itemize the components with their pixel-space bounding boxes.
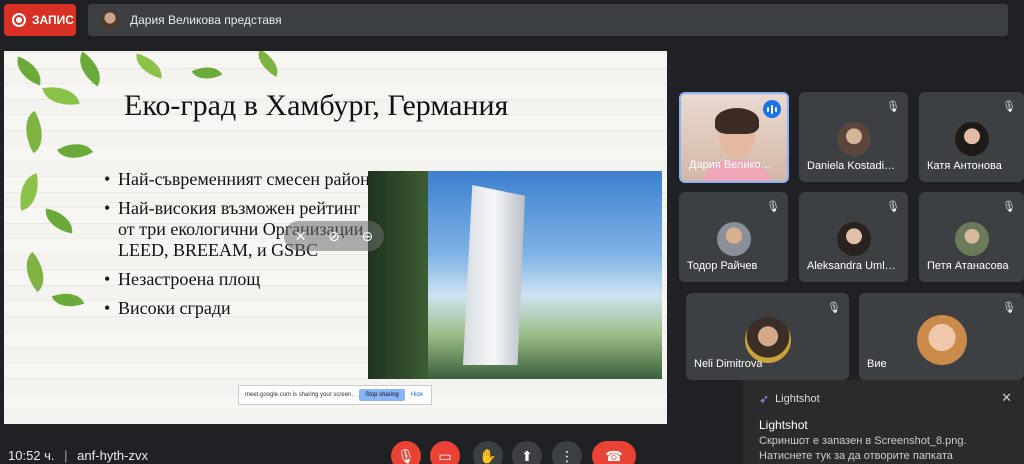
participant-name: Вие [867,358,887,370]
feather-icon: ➶ [759,392,770,406]
mic-off-icon: 🎙 [766,201,780,213]
participant-name: Neli Dimitrova [694,358,763,370]
participant-tile[interactable]: 🎙 Aleksandra Uml… [799,192,908,282]
avatar [954,222,989,256]
leaf-decoration [71,51,109,87]
avatar [916,315,967,365]
avatar [836,222,871,256]
leaf-decoration [15,110,53,154]
participant-name: Петя Атанасова [927,260,1009,272]
avatar [716,222,751,256]
share-bar-text: meet.google.com is sharing your screen. [245,392,354,398]
meeting-code: anf-hyth-zvx [77,448,148,463]
leaf-decoration [51,286,85,314]
bullet-item: Незастроена площ [104,269,374,290]
toast-message: Скриншот е запазен в Screenshot_8.png. Н… [759,434,1014,464]
participant-name: Катя Антонова [927,160,1002,172]
leaf-decoration [11,56,47,86]
participant-tile[interactable]: Дария Велико… [679,92,789,183]
avatar [744,317,791,363]
mic-off-icon: 🎙 [886,101,900,113]
mic-off-icon: 🎙 [886,201,900,213]
mute-off-icon[interactable]: ⊘ [328,228,340,245]
leaf-decoration [15,173,43,211]
speaking-icon [763,100,781,118]
bullet-item: Високи сгради [104,298,374,319]
more-options-button[interactable]: ⋮ [552,441,582,464]
shared-screen: Еко-град в Хамбург, Германия Най-съвреме… [4,51,667,424]
record-icon [12,13,26,27]
mic-off-icon: 🎙 [1002,201,1016,213]
presenter-avatar [100,10,120,30]
mic-off-icon: 🎙 [397,447,415,464]
screen-share-bar: meet.google.com is sharing your screen. … [238,385,432,405]
record-label: ЗАПИС [32,13,74,27]
present-icon: ⬆ [521,447,533,464]
mic-off-icon: 🎙 [1002,302,1016,314]
presenting-banner: Дария Великова представя [88,4,1008,36]
camera-off-icon: ▭ [438,447,452,464]
leaf-decoration [42,208,76,234]
participant-hair [715,108,759,134]
camera-toggle-button[interactable]: ▭ [430,441,460,464]
close-icon[interactable]: ✕ [1001,390,1012,406]
participant-name: Дария Велико… [689,159,772,171]
toast-title: Lightshot [759,418,808,432]
end-call-button[interactable]: ☎ [592,441,636,464]
toast-app: ➶ Lightshot [759,392,820,406]
record-indicator[interactable]: ЗАПИС [4,4,76,36]
presenter-controls: ✕ ⊘ ⊖ [284,221,384,251]
participant-tile[interactable]: 🎙 Катя Антонова [919,92,1024,182]
meeting-info: 10:52 ч. | anf-hyth-zvx [8,448,148,463]
leaf-decoration [15,251,55,293]
building-photo [368,171,662,379]
toast-line: Натиснете тук за да отворите папката [759,450,953,462]
participant-name: Тодор Райчев [687,260,758,272]
participant-tile[interactable]: 🎙 Тодор Райчев [679,192,788,282]
hand-icon: ✋ [479,447,497,464]
mic-toggle-button[interactable]: 🎙 [391,441,421,464]
mic-off-icon: 🎙 [1002,101,1016,113]
avatar [836,122,871,156]
participant-tile[interactable]: 🎙 Петя Атанасова [919,192,1024,282]
participant-tile[interactable]: 🎙 Neli Dimitrova [686,293,849,380]
present-button[interactable]: ⬆ [512,441,542,464]
slide-title: Еко-град в Хамбург, Германия [124,89,509,122]
avatar [954,122,989,156]
participant-tile[interactable]: 🎙 Daniela Kostadi… [799,92,908,182]
photo-trees [368,171,428,379]
hang-up-icon: ☎ [605,447,623,464]
hide-button[interactable]: Hide [411,392,423,398]
mic-off-icon: 🎙 [827,302,841,314]
leaf-decoration [57,134,93,168]
toast-app-name: Lightshot [775,393,820,405]
leaf-decoration [191,60,223,86]
pin-off-icon[interactable]: ✕ [295,228,307,245]
leaf-decoration [251,51,285,77]
presenting-text: Дария Великова представя [130,13,282,27]
more-vert-icon: ⋮ [560,447,574,464]
stop-sharing-button[interactable]: Stop sharing [359,389,405,401]
clock-time: 10:52 ч. [8,448,55,463]
toast-line: Скриншот е запазен в Screenshot_8.png. [759,435,967,447]
participant-tile[interactable]: 🎙 Вие [859,293,1024,380]
leaf-decoration [132,53,166,79]
participant-name: Aleksandra Uml… [807,260,896,272]
participant-name: Daniela Kostadi… [807,160,896,172]
bullet-item: Най-съвременният смесен район [104,169,374,190]
raise-hand-button[interactable]: ✋ [473,441,503,464]
remove-icon[interactable]: ⊖ [361,228,373,245]
photo-tower [463,185,525,365]
lightshot-notification[interactable]: ➶ Lightshot ✕ Lightshot Скриншот е запаз… [743,380,1024,464]
leaf-decoration [42,82,80,110]
